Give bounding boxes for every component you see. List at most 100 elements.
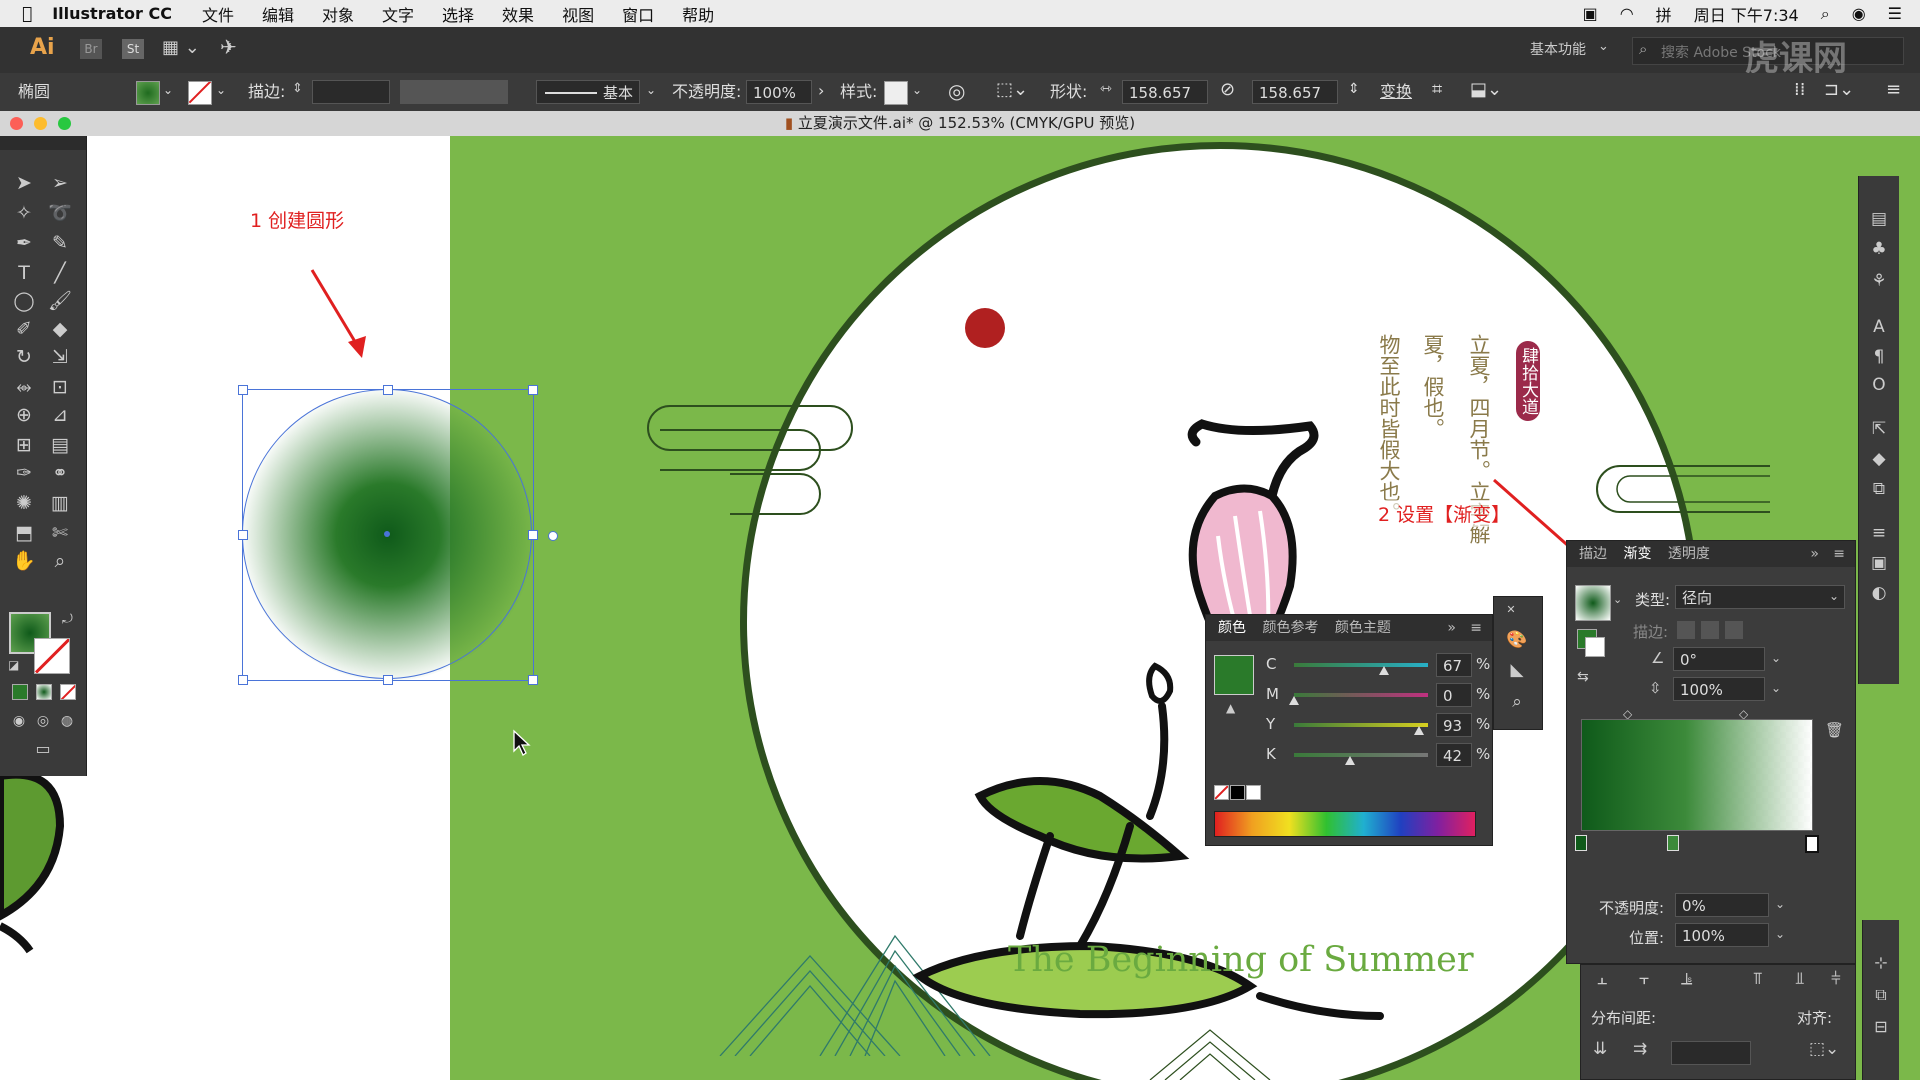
eraser-tool-icon[interactable]: ◆ <box>45 316 75 342</box>
menu-select[interactable]: 选择 <box>442 2 474 26</box>
layers-panel-icon[interactable]: ◆ <box>1864 446 1894 472</box>
channel-slider-track[interactable] <box>1294 753 1428 757</box>
stop-location-field[interactable]: 100% <box>1675 923 1769 947</box>
distribute-horizontal-icon[interactable]: ⇉ <box>1633 1039 1647 1059</box>
white-swatch[interactable] <box>1246 785 1261 800</box>
opacity-field[interactable]: 100% <box>746 80 812 104</box>
gradient-mode-button[interactable] <box>36 684 52 700</box>
menu-object[interactable]: 对象 <box>322 2 354 26</box>
none-mode-button[interactable] <box>60 684 76 700</box>
align-right-icon[interactable]: ⫡ <box>1681 969 1692 989</box>
clock[interactable]: 周日 下午7:34 <box>1694 2 1799 26</box>
channel-slider-track[interactable] <box>1294 723 1428 727</box>
channel-slider-thumb[interactable] <box>1413 726 1424 735</box>
menu-effect[interactable]: 效果 <box>502 2 534 26</box>
angle-chevron-icon[interactable]: ⌄ <box>1771 651 1781 665</box>
channel-slider-track[interactable] <box>1294 693 1428 697</box>
transform-link[interactable]: 变换 <box>1380 73 1412 111</box>
opentype-panel-icon[interactable]: O <box>1864 372 1894 398</box>
column-graph-tool-icon[interactable]: ▥ <box>45 490 75 516</box>
opacity-arrow-icon[interactable]: › <box>818 81 824 100</box>
opacity-chevron-icon[interactable]: ⌄ <box>1775 897 1785 911</box>
menu-type[interactable]: 文字 <box>382 2 414 26</box>
stroke-color-box[interactable] <box>34 638 70 674</box>
none-color-swatch[interactable] <box>1214 785 1229 800</box>
channel-slider-thumb[interactable] <box>1378 666 1389 675</box>
scale-tool-icon[interactable]: ⇲ <box>45 344 75 370</box>
panel-collapse-icon[interactable]: » <box>1447 615 1456 641</box>
channel-value-field[interactable]: 0 <box>1436 683 1472 707</box>
align-hcenter-icon[interactable]: ⫟ <box>1639 969 1649 989</box>
envelope-icon[interactable]: ⬓⌄ <box>1470 79 1502 100</box>
properties-panel-icon[interactable]: ▤ <box>1864 206 1894 232</box>
fill-chevron-icon[interactable]: ⌄ <box>163 83 173 97</box>
tab-gradient[interactable]: 渐变 <box>1623 546 1651 562</box>
arrange-panels-icon[interactable]: ⁞⁞ <box>1794 79 1805 100</box>
zoom-tool-icon[interactable]: ⌕ <box>45 548 75 574</box>
menu-file[interactable]: 文件 <box>202 2 234 26</box>
recolor-panel-icon[interactable]: 🎨 <box>1502 627 1532 653</box>
gradient-panel-icon[interactable]: ▣ <box>1864 550 1894 576</box>
stroke-gradient-option-1[interactable] <box>1677 621 1695 639</box>
brush-chevron-icon[interactable]: ⌄ <box>646 83 656 97</box>
gradient-type-select[interactable]: 径向 <box>1675 585 1845 609</box>
out-of-gamut-icon[interactable]: ▲ <box>1226 701 1235 715</box>
gradient-slider-preview[interactable] <box>1581 719 1813 831</box>
bridge-button[interactable]: Br <box>80 39 102 59</box>
stroke-gradient-option-2[interactable] <box>1701 621 1719 639</box>
export-panel-icon[interactable]: ⇱ <box>1864 416 1894 442</box>
transparency-panel-icon[interactable]: ◐ <box>1864 580 1894 606</box>
color-mode-button[interactable] <box>12 684 28 700</box>
stop-opacity-field[interactable]: 0% <box>1675 893 1769 917</box>
app-name-menu[interactable]: Illustrator CC <box>52 4 172 23</box>
handle-top-mid[interactable] <box>383 385 393 395</box>
hand-tool-icon[interactable]: ✋ <box>9 548 39 574</box>
rotate-tool-icon[interactable]: ↻ <box>9 344 39 370</box>
direct-selection-tool-icon[interactable]: ➢ <box>45 170 75 196</box>
default-fill-stroke-icon[interactable]: ◪ <box>8 658 19 672</box>
gradient-aspect-ratio-field[interactable]: 100% <box>1673 677 1765 701</box>
gradient-preview-chevron-icon[interactable]: ⌄ <box>1613 593 1622 606</box>
panel-menu-icon[interactable]: ≡ <box>1833 541 1845 567</box>
stock-button[interactable]: St <box>122 39 144 59</box>
workspace-switcher[interactable]: 基本功能 <box>1530 39 1586 59</box>
paragraph-panel-icon[interactable]: ¶ <box>1864 344 1894 370</box>
siri-icon[interactable]: ◉ <box>1852 4 1866 23</box>
pen-tool-icon[interactable]: ✒ <box>9 230 39 256</box>
distribute-spacing-field[interactable] <box>1671 1041 1751 1065</box>
control-menu-icon[interactable]: ≡ <box>1886 79 1901 100</box>
gradient-angle-field[interactable]: 0° <box>1673 647 1765 671</box>
menu-help[interactable]: 帮助 <box>682 2 714 26</box>
align-bottom-icon[interactable]: ⫩ <box>1831 969 1841 989</box>
handle-bottom-right[interactable] <box>528 675 538 685</box>
stroke-weight-field[interactable] <box>312 80 390 104</box>
delete-stop-icon[interactable]: 🗑 <box>1825 721 1844 739</box>
pie-widget-handle[interactable] <box>548 531 558 541</box>
handle-top-left[interactable] <box>238 385 248 395</box>
symbols-panel-icon[interactable]: ⚘ <box>1864 268 1894 294</box>
tab-color-guide[interactable]: 颜色参考 <box>1262 620 1318 636</box>
channel-value-field[interactable]: 67 <box>1436 653 1472 677</box>
arrange-documents-icon[interactable]: ▦ ⌄ <box>162 37 200 58</box>
blend-tool-icon[interactable]: ⚭ <box>45 460 75 486</box>
magic-wand-tool-icon[interactable]: ✧ <box>9 200 39 226</box>
menu-window[interactable]: 窗口 <box>622 2 654 26</box>
swatches-panel-icon[interactable]: ♣ <box>1864 236 1894 262</box>
ratio-chevron-icon[interactable]: ⌄ <box>1771 681 1781 695</box>
mesh-tool-icon[interactable]: ⊞ <box>9 432 39 458</box>
variable-width-profile[interactable] <box>400 80 508 104</box>
graphic-style-swatch[interactable] <box>884 81 908 105</box>
align-panel-icon[interactable]: ⊟ <box>1866 1014 1896 1040</box>
character-panel-icon[interactable]: A <box>1864 314 1894 340</box>
menu-view[interactable]: 视图 <box>562 2 594 26</box>
tab-transparency[interactable]: 透明度 <box>1668 546 1710 562</box>
slice-tool-icon[interactable]: ✄ <box>45 520 75 546</box>
gpu-performance-icon[interactable]: ✈ <box>220 35 237 59</box>
eyedropper-tool-icon[interactable]: ✑ <box>9 460 39 486</box>
panel-menu-icon[interactable]: ≡ <box>1470 615 1482 641</box>
handle-mid-left[interactable] <box>238 530 248 540</box>
perspective-grid-tool-icon[interactable]: ⊿ <box>45 402 75 428</box>
gradient-tool-icon[interactable]: ▤ <box>45 432 75 458</box>
type-tool-icon[interactable]: T <box>9 260 39 286</box>
shape-height-field[interactable]: 158.657 px <box>1252 80 1338 126</box>
